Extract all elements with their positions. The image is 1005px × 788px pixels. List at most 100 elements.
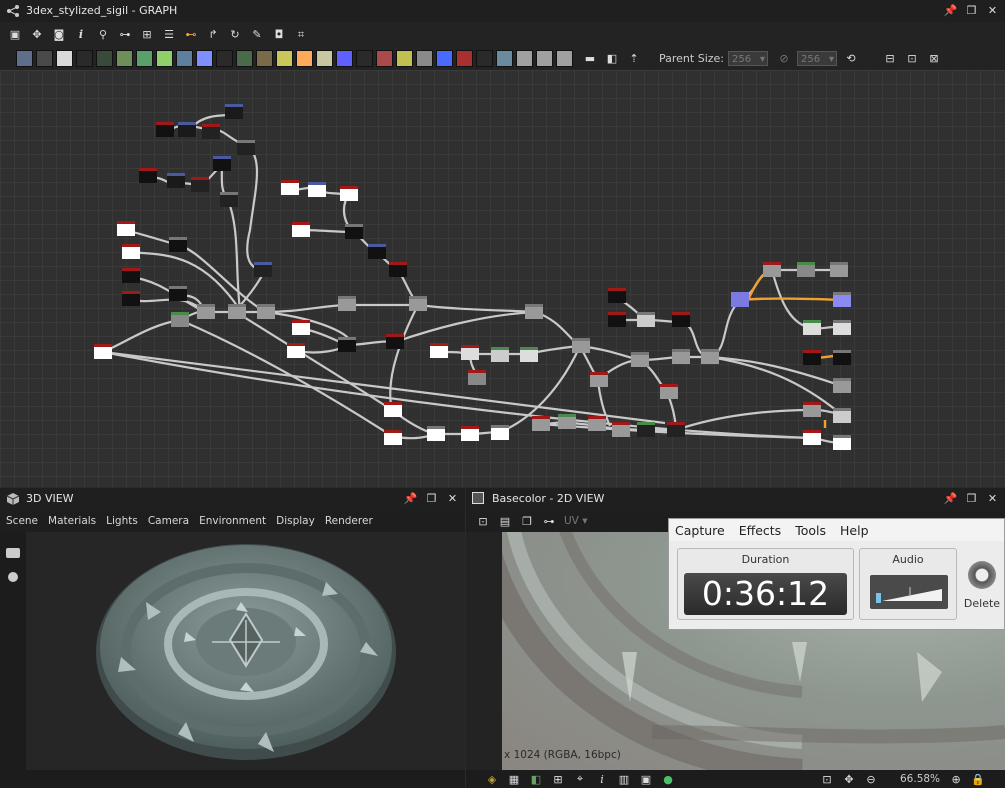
align-vertical-icon[interactable]: ⊡ xyxy=(904,51,920,67)
menu-display[interactable]: Display xyxy=(276,515,315,527)
graph-node[interactable] xyxy=(667,422,685,437)
graph-node[interactable] xyxy=(525,304,543,319)
node-library-item[interactable] xyxy=(395,50,413,67)
graph-node[interactable] xyxy=(171,312,189,327)
video-camera-icon[interactable] xyxy=(6,548,20,558)
list-icon[interactable]: ☰ xyxy=(161,27,177,43)
graph-node[interactable] xyxy=(409,296,427,311)
capture-menu-effects[interactable]: Effects xyxy=(739,523,782,538)
branch-icon[interactable]: ↱ xyxy=(205,27,221,43)
node-library-item[interactable] xyxy=(315,50,333,67)
node-library-item[interactable] xyxy=(195,50,213,67)
node-library-item[interactable] xyxy=(15,50,33,67)
graph-node[interactable] xyxy=(520,347,538,362)
pin-icon[interactable]: 📌 xyxy=(944,492,958,506)
graph-node[interactable] xyxy=(117,221,135,236)
graph-node[interactable] xyxy=(178,122,196,137)
save-icon[interactable]: ▤ xyxy=(497,513,513,529)
graph-node[interactable] xyxy=(491,425,509,440)
node-library-item[interactable] xyxy=(435,50,453,67)
graph-node[interactable] xyxy=(468,370,486,385)
crop-icon[interactable]: ⌗ xyxy=(293,27,309,43)
graph-node[interactable] xyxy=(797,262,815,277)
connector-icon[interactable]: ⊷ xyxy=(183,27,199,43)
graph-node[interactable] xyxy=(191,177,209,192)
node-library-item[interactable] xyxy=(175,50,193,67)
node-library-item[interactable] xyxy=(75,50,93,67)
graph-node[interactable] xyxy=(427,426,445,441)
grid-icon[interactable]: ⊞ xyxy=(550,771,566,787)
graph-node[interactable] xyxy=(461,345,479,360)
delete-button[interactable]: Delete xyxy=(962,559,1002,619)
graph-node[interactable] xyxy=(156,122,174,137)
menu-scene[interactable]: Scene xyxy=(6,515,38,527)
graph-node[interactable] xyxy=(169,237,187,252)
node-library-item[interactable] xyxy=(555,50,573,67)
graph-node[interactable] xyxy=(588,416,606,431)
capture-menu-help[interactable]: Help xyxy=(840,523,869,538)
node-library-item[interactable] xyxy=(95,50,113,67)
graph-node[interactable] xyxy=(637,312,655,327)
link-icon[interactable]: ⊶ xyxy=(117,27,133,43)
frame-icon[interactable]: ▣ xyxy=(7,27,23,43)
graph-node[interactable] xyxy=(608,288,626,303)
zoom-level[interactable]: 66.58% xyxy=(900,773,940,785)
menu-renderer[interactable]: Renderer xyxy=(325,515,373,527)
graph-node[interactable] xyxy=(731,292,749,307)
graph-node[interactable] xyxy=(572,338,590,353)
histogram-icon[interactable]: ▥ xyxy=(616,771,632,787)
graph-node[interactable] xyxy=(122,244,140,259)
graph-node[interactable] xyxy=(631,352,649,367)
graph-node[interactable] xyxy=(803,402,821,417)
graph-node[interactable] xyxy=(701,349,719,364)
close-icon[interactable]: ✕ xyxy=(446,492,459,506)
capture-menu-capture[interactable]: Capture xyxy=(675,523,725,538)
graph-node[interactable] xyxy=(461,426,479,441)
graph-node[interactable] xyxy=(833,292,851,307)
graph-node[interactable] xyxy=(237,140,255,155)
node-library-item[interactable] xyxy=(255,50,273,67)
audio-level-slider[interactable] xyxy=(870,575,948,609)
tiling-icon[interactable]: ⌖ xyxy=(572,771,588,787)
node-graph-canvas[interactable] xyxy=(0,70,1005,487)
light-bulb-icon[interactable] xyxy=(8,572,18,582)
graph-node[interactable] xyxy=(672,312,690,327)
graph-node[interactable] xyxy=(292,222,310,237)
capture-menu-tools[interactable]: Tools xyxy=(795,523,826,538)
wrench-icon[interactable]: ✎ xyxy=(249,27,265,43)
close-icon[interactable]: ✕ xyxy=(986,492,999,506)
maximize-icon[interactable]: ❐ xyxy=(425,492,438,506)
graph-node[interactable] xyxy=(384,402,402,417)
graph-node[interactable] xyxy=(833,350,851,365)
copy-icon[interactable]: ❐ xyxy=(519,513,535,529)
align-horizontal-icon[interactable]: ⊟ xyxy=(882,51,898,67)
pin-icon[interactable]: 📌 xyxy=(404,492,418,506)
graph-node[interactable] xyxy=(292,320,310,335)
graph-node[interactable] xyxy=(167,173,185,188)
graph-node[interactable] xyxy=(612,422,630,437)
color-channel-icon[interactable]: ◧ xyxy=(528,771,544,787)
menu-materials[interactable]: Materials xyxy=(48,515,96,527)
graph-node[interactable] xyxy=(672,349,690,364)
node-library-item[interactable] xyxy=(375,50,393,67)
screenshot-icon[interactable]: ◘ xyxy=(271,27,287,43)
graph-node[interactable] xyxy=(122,268,140,283)
node-library-item[interactable] xyxy=(515,50,533,67)
fit-icon[interactable]: ⊡ xyxy=(819,771,835,787)
graph-node[interactable] xyxy=(368,244,386,259)
node-library-item[interactable] xyxy=(355,50,373,67)
graph-node[interactable] xyxy=(833,408,851,423)
graph-node[interactable] xyxy=(386,334,404,349)
pin-node-icon[interactable]: ⇡ xyxy=(626,51,642,67)
node-library-item[interactable] xyxy=(415,50,433,67)
parent-size-select[interactable]: 256 ▾ xyxy=(728,51,768,66)
graph-node[interactable] xyxy=(308,182,326,197)
graph-node[interactable] xyxy=(287,343,305,358)
graph-node[interactable] xyxy=(830,262,848,277)
color-picker-icon[interactable]: ● xyxy=(660,771,676,787)
graph-node[interactable] xyxy=(257,304,275,319)
node-library-item[interactable] xyxy=(115,50,133,67)
close-icon[interactable]: ✕ xyxy=(986,4,999,18)
node-library-item[interactable] xyxy=(155,50,173,67)
node-library-item[interactable] xyxy=(295,50,313,67)
